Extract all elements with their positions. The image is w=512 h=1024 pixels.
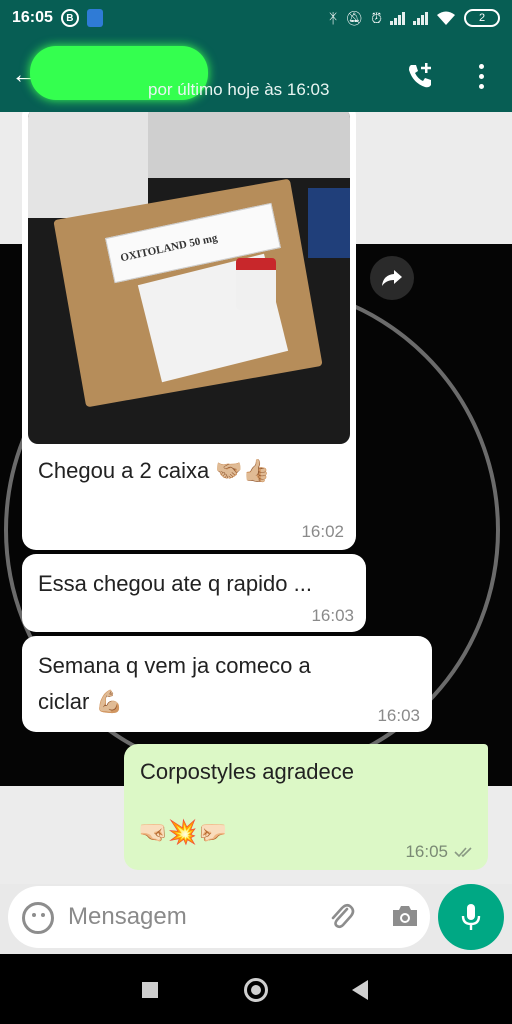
message-time: 16:03 xyxy=(311,606,354,625)
message-text: Corpostyles agradece xyxy=(140,759,355,784)
attach-icon[interactable] xyxy=(324,898,360,934)
message-line: ciclar 💪🏼 xyxy=(38,689,123,714)
double-check-icon xyxy=(454,847,472,858)
message-text: Essa chegou ate q rapido ... xyxy=(38,571,312,596)
chat-area[interactable]: OXITOLAND 50 mg Chegou a 2 caixa 🤝🏼👍🏼 16… xyxy=(0,112,512,884)
recents-icon[interactable] xyxy=(142,982,158,998)
home-icon[interactable] xyxy=(244,978,268,1002)
message-photo[interactable]: OXITOLAND 50 mg xyxy=(28,112,350,444)
status-time: 16:05 xyxy=(12,9,53,26)
emoji-icon[interactable] xyxy=(22,902,54,934)
signal-icon xyxy=(413,11,428,25)
more-vert-icon[interactable] xyxy=(466,56,496,96)
bluetooth-icon: ᛡ xyxy=(328,10,338,26)
message-line: Semana q vem ja comeco a xyxy=(38,653,311,678)
photo-paper xyxy=(148,112,350,178)
incoming-text-message[interactable]: Essa chegou ate q rapido ... 16:03 xyxy=(22,554,366,632)
message-text: Chegou a 2 caixa 🤝🏼👍🏼 xyxy=(38,458,271,483)
incoming-text-message[interactable]: Semana q vem ja comeco a ciclar 💪🏼 16:03 xyxy=(22,636,432,732)
battery-icon: 2 xyxy=(464,9,500,27)
status-bar: 16:05 B ᛡ 🔕︎ ⏰︎ 2 xyxy=(0,0,512,36)
wifi-icon xyxy=(437,11,455,25)
b-badge-icon: B xyxy=(60,9,79,27)
message-text: Semana q vem ja comeco a ciclar 💪🏼 xyxy=(38,648,311,720)
shield-icon xyxy=(86,9,103,27)
mute-icon: 🔕︎ xyxy=(345,9,364,26)
system-nav-bar xyxy=(0,954,512,1024)
camera-icon[interactable] xyxy=(386,898,424,934)
signal-icon xyxy=(390,11,405,25)
message-compose-box[interactable] xyxy=(8,886,430,948)
status-right: ᛡ 🔕︎ ⏰︎ 2 xyxy=(329,9,500,27)
message-time: 16:03 xyxy=(377,706,420,725)
compose-bar xyxy=(0,884,512,954)
mic-icon[interactable] xyxy=(438,884,504,950)
message-emoji: 🤜🏻💥🤛🏻 xyxy=(138,819,228,846)
photo-vial xyxy=(236,258,276,310)
last-seen-status: por último hoje às 16:03 xyxy=(148,80,330,99)
photo-paper xyxy=(28,112,148,218)
message-meta: 16:05 xyxy=(405,842,474,862)
outgoing-text-message[interactable]: Corpostyles agradece 🤜🏻💥🤛🏻 16:05 xyxy=(124,744,488,870)
message-time: 16:02 xyxy=(301,522,344,541)
back-triangle-icon[interactable] xyxy=(352,980,368,1000)
alarm-icon: ⏰︎ xyxy=(371,9,382,26)
incoming-image-message[interactable]: OXITOLAND 50 mg Chegou a 2 caixa 🤝🏼👍🏼 16… xyxy=(22,112,356,550)
add-call-icon[interactable] xyxy=(400,56,440,96)
forward-icon[interactable] xyxy=(370,256,414,300)
chat-header: ← por último hoje às 16:03 xyxy=(0,36,512,112)
photo-blue-box xyxy=(308,188,350,258)
message-input[interactable] xyxy=(68,900,298,934)
message-time: 16:05 xyxy=(405,842,448,861)
status-left: 16:05 B xyxy=(12,9,103,27)
